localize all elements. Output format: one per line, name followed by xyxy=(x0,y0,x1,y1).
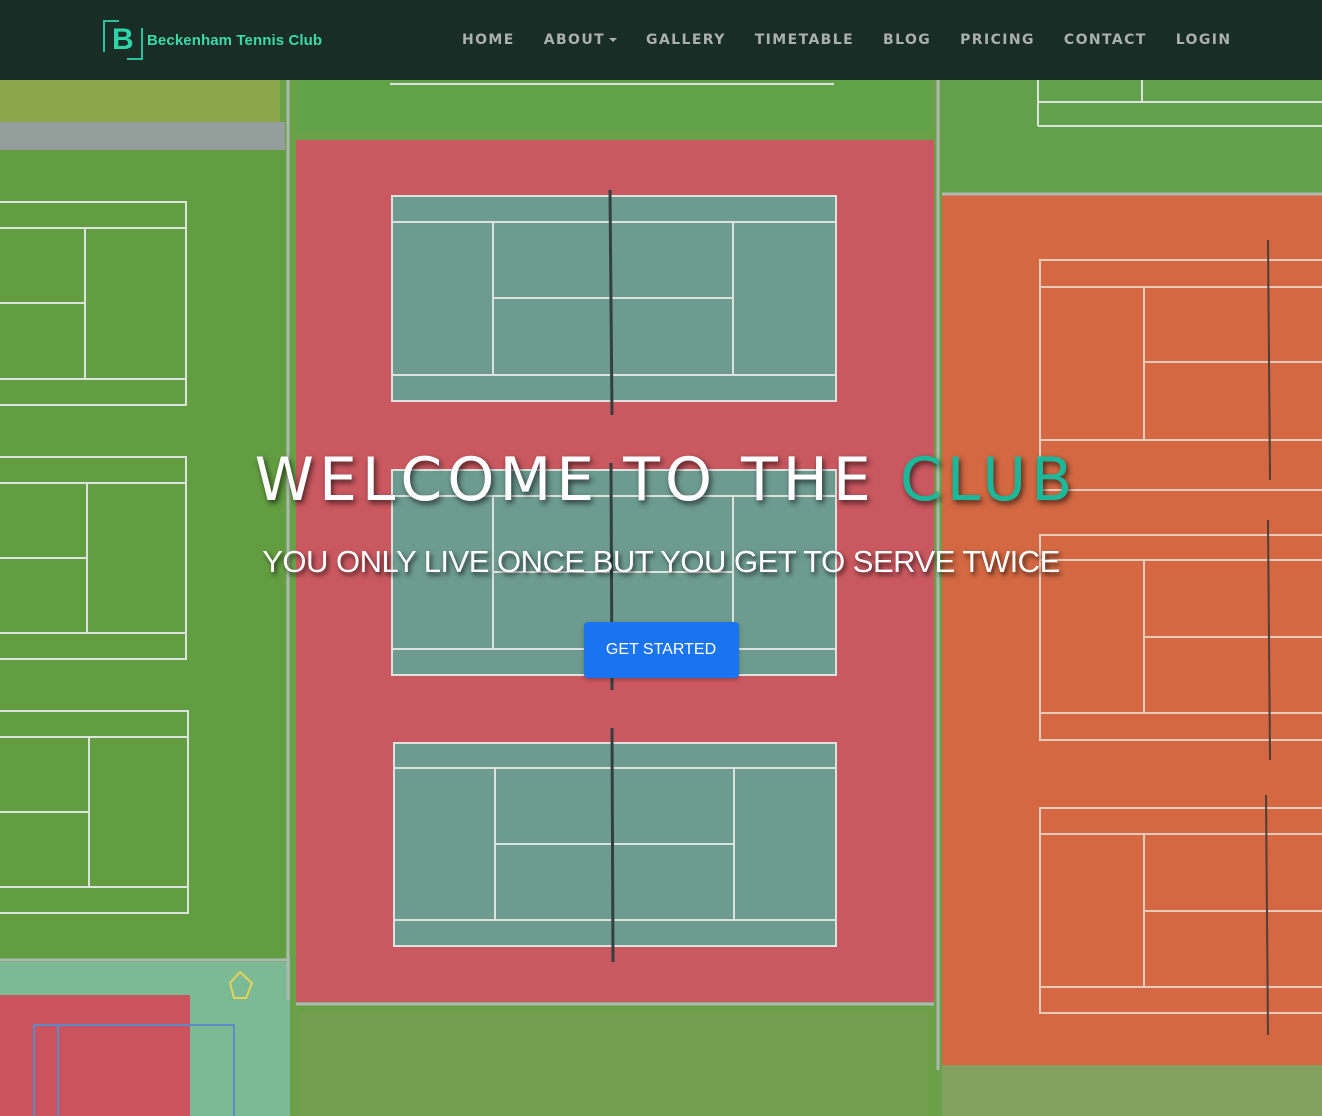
nav-item-label: ABOUT xyxy=(543,32,606,48)
hero-section: WELCOME TO THE CLUB YOU ONLY LIVE ONCE B… xyxy=(0,440,1322,678)
nav-item-login[interactable]: LOGIN xyxy=(1176,32,1232,48)
nav-item-contact[interactable]: CONTACT xyxy=(1064,32,1147,48)
hero-title-accent: CLUB xyxy=(899,445,1078,515)
nav-item-label: LOGIN xyxy=(1175,32,1232,48)
nav-item-label: CONTACT xyxy=(1063,32,1147,48)
hero-subtitle: YOU ONLY LIVE ONCE BUT YOU GET TO SERVE … xyxy=(262,544,1060,579)
hero-title: WELCOME TO THE CLUB xyxy=(0,440,1322,520)
nav-item-pricing[interactable]: PRICING xyxy=(960,32,1035,48)
nav-item-label: PRICING xyxy=(960,32,1035,48)
brand-name: Beckenham Tennis Club xyxy=(147,31,323,49)
main-nav: HOME ABOUT GALLERY TIMETABLE BLOG PRICIN… xyxy=(462,0,1231,80)
nav-item-home[interactable]: HOME xyxy=(462,32,515,48)
logo-letter: B xyxy=(112,23,134,56)
navbar: B Beckenham Tennis Club HOME ABOUT GALLE… xyxy=(0,0,1322,80)
nav-item-timetable[interactable]: TIMETABLE xyxy=(755,32,854,48)
nav-item-about[interactable]: ABOUT xyxy=(543,32,618,48)
nav-item-label: BLOG xyxy=(883,32,932,48)
nav-item-label: HOME xyxy=(462,32,515,48)
nav-item-label: GALLERY xyxy=(646,32,726,48)
caret-down-icon xyxy=(609,38,618,42)
get-started-button[interactable]: GET STARTED xyxy=(583,622,739,678)
nav-item-blog[interactable]: BLOG xyxy=(883,32,931,48)
nav-item-gallery[interactable]: GALLERY xyxy=(646,32,726,48)
brand-logo[interactable]: B Beckenham Tennis Club xyxy=(103,18,322,62)
page: B Beckenham Tennis Club HOME ABOUT GALLE… xyxy=(0,0,1322,1116)
hero-title-main: WELCOME TO THE xyxy=(254,445,900,515)
logo-mark-icon: B xyxy=(103,20,143,60)
nav-item-label: TIMETABLE xyxy=(754,32,855,48)
